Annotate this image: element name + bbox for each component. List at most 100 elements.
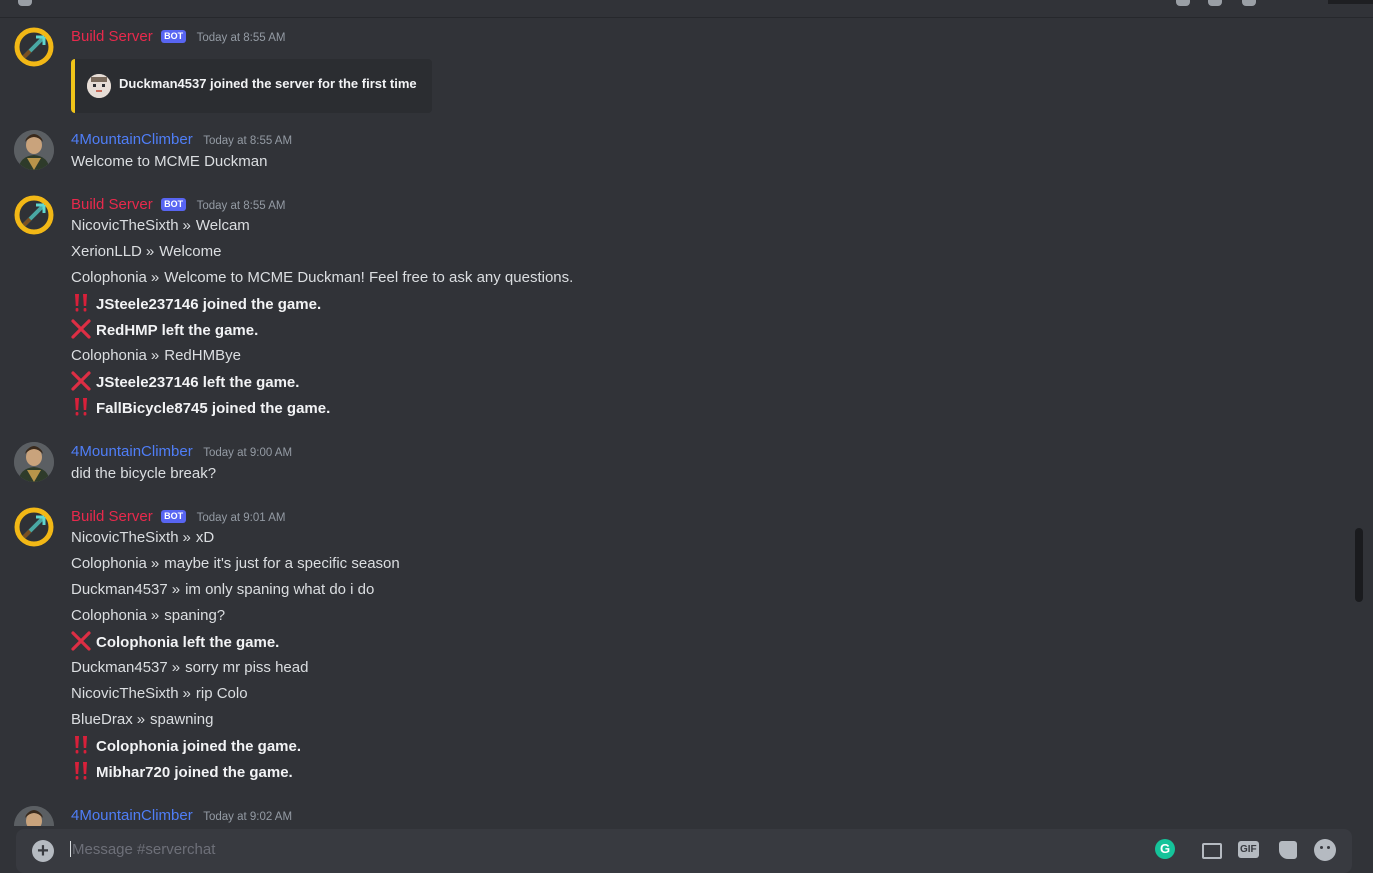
join-event: JSteele237146 joined the game. (71, 293, 321, 315)
chat-text: spawning (150, 711, 214, 728)
double-exclamation-icon (71, 293, 91, 313)
red-x-icon (71, 319, 91, 339)
user-avatar[interactable] (14, 442, 54, 482)
embed-text: Duckman4537 joined the server for the fi… (119, 76, 417, 91)
diamond-pickaxe-icon (14, 507, 54, 547)
join-event: Colophonia joined the game. (71, 735, 301, 757)
emoji-icon[interactable] (1314, 839, 1336, 861)
scrollbar[interactable] (1355, 18, 1363, 826)
portrait-avatar (14, 442, 54, 482)
event-text: Colophonia left the game. (96, 634, 280, 651)
notification-icon[interactable] (1176, 0, 1190, 6)
chat-text: xD (195, 529, 215, 546)
separator: » (171, 659, 181, 676)
author-name[interactable]: Build Server (71, 508, 153, 525)
chat-user: Colophonia (71, 607, 147, 624)
add-attachment-icon[interactable]: + (32, 840, 54, 862)
user-avatar[interactable] (14, 806, 54, 826)
separator: » (182, 217, 191, 234)
join-event: FallBicycle8745 joined the game. (71, 397, 330, 419)
chat-line: NicovicTheSixth» Welcam (71, 215, 250, 237)
chat-line: Duckman4537» sorry mr piss head (71, 657, 308, 679)
author-name[interactable]: 4MountainClimber (71, 131, 193, 148)
message-group: Build Server BOT Today at 9:01 AM Nicovi… (0, 507, 1340, 789)
chat-user: Duckman4537 (71, 581, 168, 598)
chat-line: BlueDrax» spawning (71, 709, 213, 731)
bot-avatar[interactable] (14, 507, 54, 547)
message-composer[interactable]: + Message #serverchat G GIF (16, 829, 1352, 873)
members-icon[interactable] (1242, 0, 1256, 6)
separator: » (171, 581, 181, 598)
chat-text: spaning? (164, 607, 226, 624)
message-header: Build Server BOT Today at 8:55 AM (71, 195, 285, 215)
double-exclamation-icon (71, 735, 91, 755)
channel-header (0, 0, 1373, 18)
message-group: Build Server BOT Today at 8:55 AM Duckma… (0, 27, 1340, 117)
author-name[interactable]: Build Server (71, 196, 153, 213)
chat-user: NicovicTheSixth (71, 217, 179, 234)
bot-badge: BOT (161, 30, 187, 43)
message-header: Build Server BOT Today at 9:01 AM (71, 507, 285, 527)
event-text: FallBicycle8745 joined the game. (96, 400, 331, 417)
message-text: Welcome to MCME Duckman (71, 153, 268, 170)
separator: » (150, 607, 160, 624)
portrait-avatar (14, 130, 54, 170)
message-input[interactable]: Message #serverchat (72, 841, 215, 858)
join-event: Mibhar720 joined the game. (71, 761, 293, 783)
chat-line: NicovicTheSixth» xD (71, 527, 214, 549)
author-name[interactable]: Build Server (71, 28, 153, 45)
chat-user: Colophonia (71, 269, 147, 286)
event-text: RedHMP left the game. (96, 322, 259, 339)
player-head-icon (87, 74, 111, 98)
double-exclamation-icon (71, 761, 91, 781)
chat-text: Welcome (159, 243, 222, 260)
pin-icon[interactable] (1208, 0, 1222, 6)
timestamp[interactable]: Today at 8:55 AM (197, 32, 286, 44)
message-header: 4MountainClimber Today at 9:00 AM (71, 442, 292, 462)
timestamp[interactable]: Today at 9:01 AM (197, 512, 286, 524)
bot-avatar[interactable] (14, 27, 54, 67)
author-name[interactable]: 4MountainClimber (71, 443, 193, 460)
timestamp[interactable]: Today at 9:02 AM (203, 811, 292, 823)
author-name[interactable]: 4MountainClimber (71, 807, 193, 824)
join-embed: Duckman4537 joined the server for the fi… (71, 59, 432, 113)
chat-text: sorry mr piss head (185, 659, 309, 676)
sticker-icon[interactable] (1279, 841, 1297, 859)
chat-user: Colophonia (71, 555, 147, 572)
timestamp[interactable]: Today at 8:55 AM (197, 200, 286, 212)
chat-user: Colophonia (71, 347, 147, 364)
diamond-pickaxe-icon (14, 27, 54, 67)
double-exclamation-icon (71, 397, 91, 417)
event-text: Mibhar720 joined the game. (96, 764, 293, 781)
gif-icon[interactable]: GIF (1238, 841, 1259, 858)
message-header: Build Server BOT Today at 8:55 AM (71, 27, 285, 47)
chat-line: Duckman4537» im only spaning what do i do (71, 579, 374, 601)
message-group: 4MountainClimber Today at 8:55 AM Welcom… (0, 130, 1340, 176)
timestamp[interactable]: Today at 8:55 AM (203, 135, 292, 147)
chat-line: Colophonia» Welcome to MCME Duckman! Feel… (71, 267, 573, 289)
message-header: 4MountainClimber Today at 8:55 AM (71, 130, 292, 150)
separator: » (136, 711, 146, 728)
chat-line: Colophonia» maybe it's just for a specifi… (71, 553, 400, 575)
gift-icon[interactable] (1202, 843, 1222, 859)
diamond-pickaxe-icon (14, 195, 54, 235)
separator: » (150, 347, 160, 364)
chat-line: Colophonia» spaning? (71, 605, 225, 627)
event-text: JSteele237146 joined the game. (96, 296, 322, 313)
bot-badge: BOT (161, 510, 187, 523)
chat-line: XerionLLD» Welcome (71, 241, 221, 263)
grammarly-icon[interactable]: G (1155, 839, 1175, 859)
bot-avatar[interactable] (14, 195, 54, 235)
message-text: did the bicycle break? (71, 465, 217, 482)
scroll-thumb[interactable] (1355, 528, 1363, 602)
user-avatar[interactable] (14, 130, 54, 170)
chat-text: maybe it's just for a specific season (164, 555, 400, 572)
timestamp[interactable]: Today at 9:00 AM (203, 447, 292, 459)
event-text: Colophonia joined the game. (96, 738, 302, 755)
message-header: 4MountainClimber Today at 9:02 AM (71, 806, 292, 826)
search-box[interactable] (1328, 0, 1373, 4)
threads-icon[interactable] (18, 0, 32, 6)
chat-user: BlueDrax (71, 711, 133, 728)
chat-text: rip Colo (195, 685, 248, 702)
red-x-icon (71, 631, 91, 651)
